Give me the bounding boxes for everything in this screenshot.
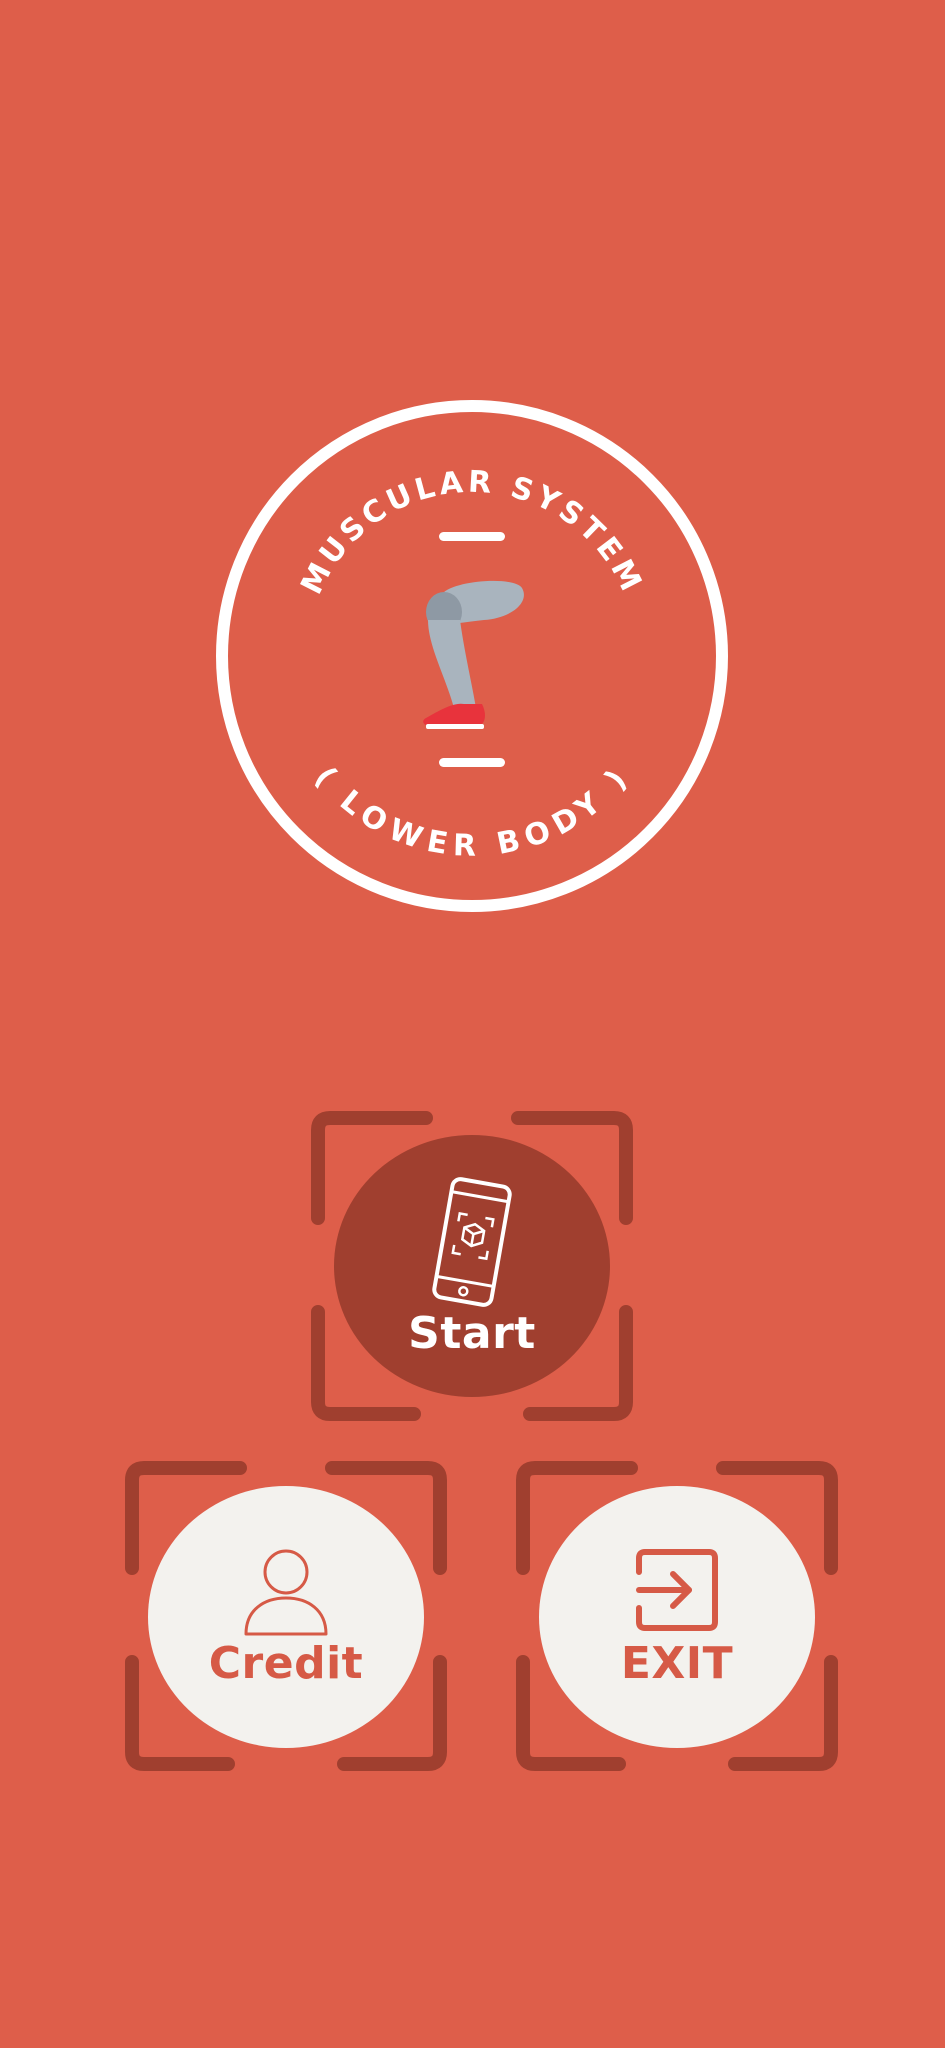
start-label: Start: [408, 1308, 536, 1359]
exit-icon: [636, 1549, 718, 1631]
logo-badge: MUSCULAR SYSTEM ( LOWER BODY ): [214, 398, 730, 914]
phone-ar-icon: [432, 1177, 512, 1307]
credit-button[interactable]: Credit: [148, 1486, 424, 1748]
exit-label: EXIT: [620, 1638, 734, 1689]
person-icon: [244, 1549, 328, 1636]
logo-bar-top: [439, 532, 505, 541]
logo-bottom-text: ( LOWER BODY ): [307, 760, 636, 864]
main-menu-screen: MUSCULAR SYSTEM ( LOWER BODY ) Start Cre…: [0, 0, 945, 2048]
exit-button[interactable]: EXIT: [539, 1486, 815, 1748]
logo-bar-bottom: [439, 758, 505, 767]
start-button[interactable]: Start: [334, 1135, 610, 1397]
credit-label: Credit: [208, 1638, 364, 1689]
leg-icon: [423, 580, 524, 729]
